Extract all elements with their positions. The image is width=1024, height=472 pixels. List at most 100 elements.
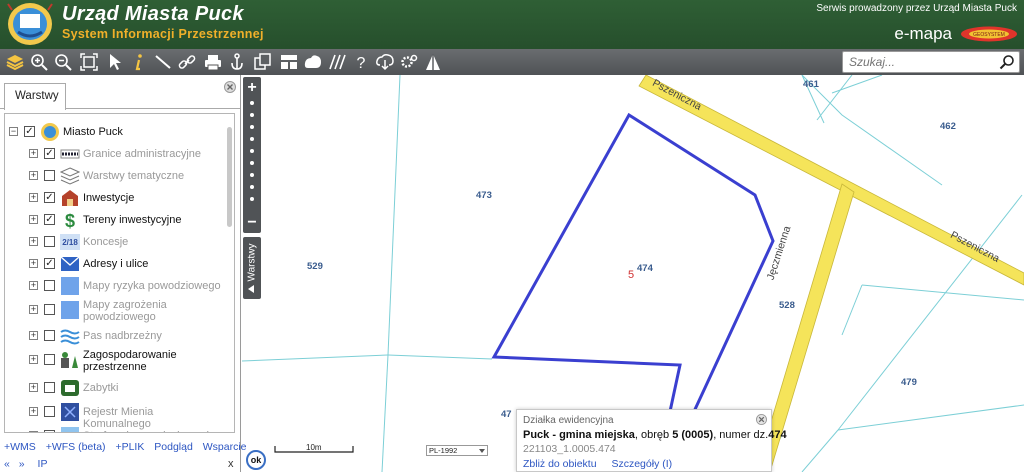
ip-link[interactable]: IP	[38, 458, 48, 470]
expand-toggle-icon[interactable]: +	[29, 171, 38, 180]
popup-numer: 474	[768, 429, 787, 441]
layer-row[interactable]: + ✓ Adresy i ulice	[5, 254, 227, 274]
copy-icon[interactable]	[252, 51, 274, 73]
layer-checkbox[interactable]	[44, 354, 55, 365]
add-wfs-link[interactable]: +WFS (beta)	[46, 441, 106, 453]
tab-warstwy[interactable]: Warstwy	[4, 83, 66, 110]
layer-row[interactable]: + Mapy ryzyka powodziowego	[5, 276, 227, 296]
brand-name: e-mapa	[894, 24, 952, 43]
expand-toggle-icon[interactable]: +	[29, 149, 38, 158]
expand-toggle-icon[interactable]: +	[29, 281, 38, 290]
next-link[interactable]: »	[19, 458, 25, 470]
layer-row[interactable]: − ✓ Miasto Puck	[5, 122, 227, 142]
ok-button[interactable]: ok	[246, 450, 266, 470]
layer-row[interactable]: + Pas nadbrzeżny	[5, 326, 227, 346]
zoom-level-dot[interactable]	[250, 113, 254, 117]
layer-row[interactable]: + Mapy zagrożenia powodziowego	[5, 299, 227, 323]
expand-toggle-icon[interactable]: +	[29, 355, 38, 364]
support-link[interactable]: Wsparcie	[203, 441, 247, 453]
layers-icon[interactable]	[4, 51, 26, 73]
layer-checkbox[interactable]	[44, 236, 55, 247]
scrollbar-thumb[interactable]	[227, 127, 232, 227]
layers-side-tab[interactable]: Warstwy	[243, 237, 261, 299]
zoom-level-dot[interactable]	[250, 125, 254, 129]
panel-footer-close[interactable]: x	[228, 458, 234, 470]
layer-checkbox[interactable]	[44, 430, 55, 432]
layer-row[interactable]: + Warstwy tematyczne	[5, 166, 227, 186]
add-file-link[interactable]: +PLIK	[115, 441, 144, 453]
zoom-level-dot[interactable]	[250, 197, 254, 201]
layer-checkbox[interactable]: ✓	[44, 148, 55, 159]
preview-link[interactable]: Podgląd	[154, 441, 193, 453]
hatch-icon[interactable]	[326, 51, 348, 73]
zoom-level-dot[interactable]	[250, 173, 254, 177]
search-input[interactable]	[843, 52, 993, 72]
zoom-out-icon[interactable]	[52, 51, 74, 73]
layer-checkbox[interactable]: ✓	[24, 126, 35, 137]
collapse-toggle-icon[interactable]: −	[9, 127, 18, 136]
layer-row[interactable]: + ✓ $ Tereny inwestycyjne	[5, 210, 227, 230]
zoom-to-object-link[interactable]: Zbliż do obiektu	[523, 458, 597, 470]
layer-checkbox[interactable]	[44, 406, 55, 417]
add-wms-link[interactable]: +WMS	[4, 441, 36, 453]
layer-row[interactable]: + ✓ Inwestycje	[5, 188, 227, 208]
details-link[interactable]: Szczegóły (I)	[611, 458, 672, 470]
layer-checkbox[interactable]	[44, 382, 55, 393]
layer-row[interactable]: + Rejestr Mienia Komunalnego	[5, 402, 227, 430]
coat-of-arms-icon[interactable]	[6, 2, 54, 47]
layer-checkbox[interactable]: ✓	[44, 214, 55, 225]
link-icon[interactable]	[176, 51, 198, 73]
expand-toggle-icon[interactable]: +	[29, 193, 38, 202]
anchor-icon[interactable]	[226, 51, 248, 73]
zoom-level-dot[interactable]	[250, 101, 254, 105]
layer-row[interactable]: + Strefy ochrony ujęcia wody	[5, 426, 227, 432]
cloud-download-icon[interactable]	[374, 51, 396, 73]
zoom-level-dot[interactable]	[250, 149, 254, 153]
layer-checkbox[interactable]	[44, 330, 55, 341]
prev-link[interactable]: «	[4, 458, 10, 470]
expand-toggle-icon[interactable]: +	[29, 407, 38, 416]
crs-value: PL-1992	[429, 446, 458, 455]
zoom-level-dot[interactable]	[250, 137, 254, 141]
expand-toggle-icon[interactable]: +	[29, 237, 38, 246]
geosystem-logo-icon[interactable]: GEOSYSTEM	[960, 26, 1018, 42]
expand-toggle-icon[interactable]: +	[29, 259, 38, 268]
triangle-icon[interactable]	[422, 51, 444, 73]
zoom-level-dot[interactable]	[250, 161, 254, 165]
select-pointer-icon[interactable]	[104, 51, 126, 73]
zoom-out-button[interactable]: −	[243, 214, 261, 232]
close-icon[interactable]	[224, 81, 236, 93]
layer-label: Adresy i ulice	[83, 258, 149, 270]
crs-select[interactable]: PL-1992	[426, 445, 488, 456]
layer-row[interactable]: + Zabytki	[5, 378, 227, 398]
expand-toggle-icon[interactable]: +	[29, 383, 38, 392]
layer-row[interactable]: + Zagospodarowanie przestrzenne	[5, 349, 227, 373]
expand-toggle-icon[interactable]: +	[29, 215, 38, 224]
zoom-in-icon[interactable]	[28, 51, 50, 73]
settings-icon[interactable]	[398, 51, 420, 73]
zoom-in-button[interactable]: +	[243, 79, 261, 97]
scrollbar[interactable]	[226, 115, 233, 431]
expand-toggle-icon[interactable]: +	[29, 431, 38, 432]
search-icon[interactable]	[999, 54, 1015, 70]
layer-row[interactable]: +2/18 Koncesje	[5, 232, 227, 252]
close-icon[interactable]	[756, 414, 767, 425]
zoom-level-dot[interactable]	[250, 185, 254, 189]
zoom-extent-icon[interactable]	[78, 51, 100, 73]
help-icon[interactable]: ?	[350, 51, 372, 73]
layer-checkbox[interactable]	[44, 170, 55, 181]
layer-checkbox[interactable]: ✓	[44, 258, 55, 269]
cloud-icon[interactable]	[302, 51, 324, 73]
print-icon[interactable]	[202, 51, 224, 73]
layer-checkbox[interactable]: ✓	[44, 192, 55, 203]
info-icon[interactable]	[128, 51, 150, 73]
layout-icon[interactable]	[278, 51, 300, 73]
measure-distance-icon[interactable]	[152, 51, 174, 73]
app-subtitle: System Informacji Przestrzennej	[62, 27, 264, 41]
layer-row[interactable]: + ✓ Granice administracyjne	[5, 144, 227, 164]
expand-toggle-icon[interactable]: +	[29, 305, 38, 314]
layer-checkbox[interactable]	[44, 280, 55, 291]
expand-toggle-icon[interactable]: +	[29, 331, 38, 340]
service-text: Serwis prowadzony przez Urząd Miasta Puc…	[816, 3, 1017, 14]
layer-checkbox[interactable]	[44, 304, 55, 315]
